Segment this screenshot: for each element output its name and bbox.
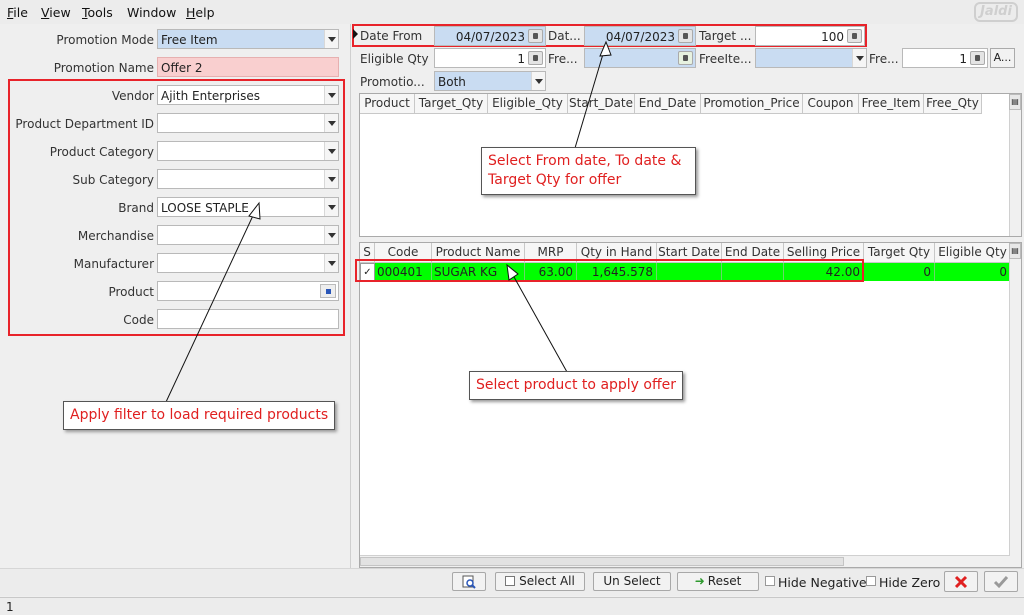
hide-negative-checkbox[interactable]: [765, 576, 775, 586]
save-button[interactable]: [984, 571, 1018, 592]
list-icon: [505, 576, 516, 586]
preview-button[interactable]: [452, 572, 486, 591]
callout-filter: Apply filter to load required products: [63, 401, 336, 430]
close-icon: [954, 575, 968, 589]
magnifier-icon: [462, 575, 476, 589]
status-text: 1: [6, 600, 14, 614]
cancel-button[interactable]: [944, 571, 978, 592]
unselect-button[interactable]: Un Select: [593, 572, 671, 591]
callout-product: Select product to apply offer: [469, 371, 683, 400]
hide-negative-label: Hide Negative: [778, 575, 867, 590]
select-all-button[interactable]: Select All: [495, 572, 585, 591]
status-bar: 1: [0, 597, 1024, 615]
checkmark-icon: [993, 576, 1009, 589]
reset-button[interactable]: ➜ Reset: [677, 572, 759, 591]
annotation-arrows: [165, 40, 612, 403]
hide-zero-checkbox[interactable]: [866, 576, 876, 586]
hide-zero-label: Hide Zero: [879, 575, 941, 590]
reset-arrow-icon: ➜: [694, 574, 705, 588]
callout-dates: Select From date, To date & Target Qty f…: [481, 147, 696, 195]
